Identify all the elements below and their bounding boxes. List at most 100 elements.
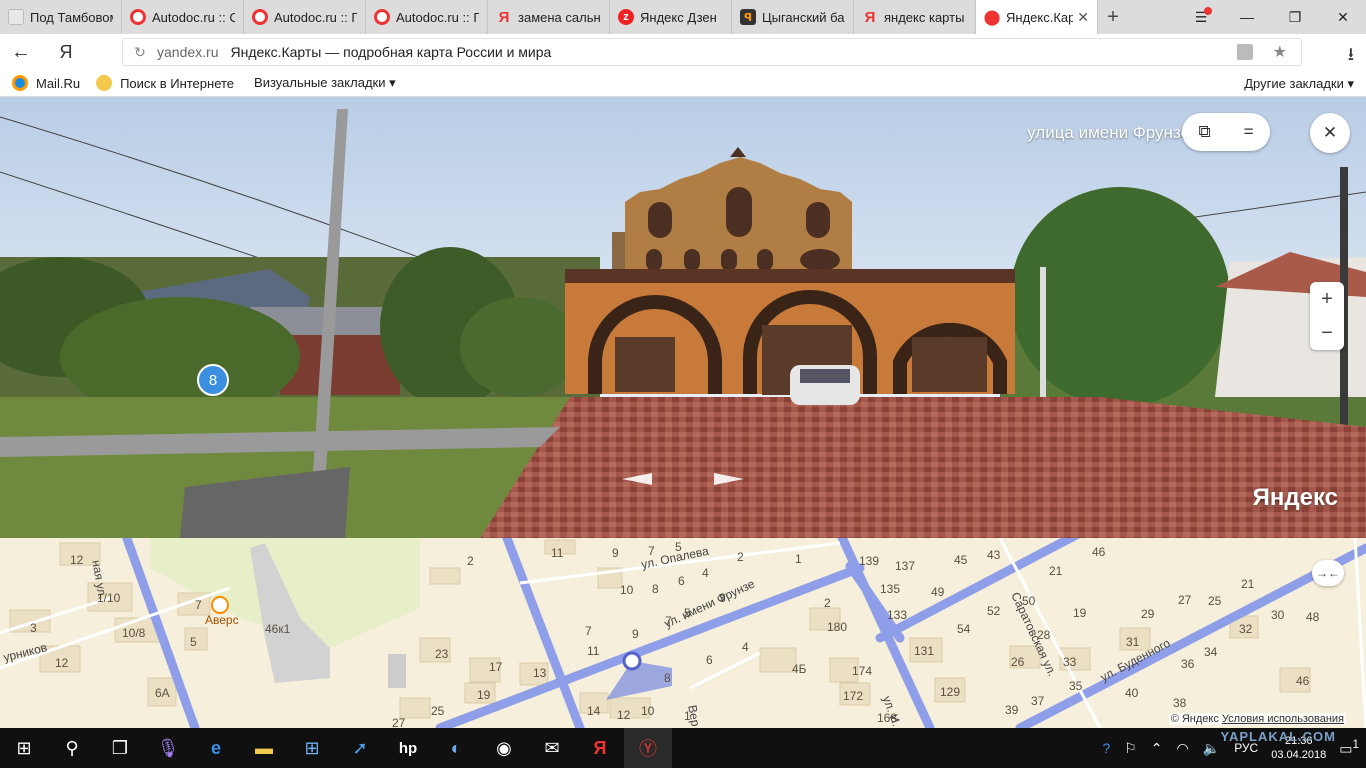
house-number-label: 4 (702, 566, 709, 580)
camera-icon[interactable]: ◉ (480, 728, 528, 768)
house-number-label: 10 (641, 704, 655, 718)
download-icon[interactable]: ⭳ (1348, 42, 1354, 72)
task-view-icon[interactable]: ❐ (96, 728, 144, 768)
store-icon[interactable]: ⊞ (288, 728, 336, 768)
minimize-button[interactable]: — (1224, 0, 1270, 34)
house-number-label: 135 (880, 582, 901, 596)
external-link-icon[interactable]: ⧉ (1198, 122, 1210, 142)
tab-strip: Под Тамбовом Autodoc.ru :: С Autodoc.ru … (0, 0, 1366, 34)
tab-menu-icon[interactable]: ☰ (1178, 0, 1224, 34)
house-number-label: 4 (742, 640, 749, 654)
autodoc-icon (252, 9, 268, 25)
share-button[interactable]: ⧉ = (1182, 113, 1270, 151)
maximize-button[interactable]: ❐ (1272, 0, 1318, 34)
close-window-button[interactable]: ✕ (1320, 0, 1366, 34)
house-number-label: 6А (155, 686, 170, 700)
autodoc-icon (374, 9, 390, 25)
tab-4[interactable]: Язамена сальн (488, 0, 610, 34)
yandex-browser-icon[interactable]: Ⓨ (624, 728, 672, 768)
tab-1[interactable]: Autodoc.ru :: С (122, 0, 244, 34)
house-number-label: 2 (467, 554, 474, 568)
terms-link[interactable]: Условия использования (1222, 713, 1344, 725)
search-key-icon (96, 75, 113, 91)
edge-icon[interactable]: e (192, 728, 240, 768)
house-number-label: 23 (435, 647, 449, 661)
bookmark-visual[interactable]: Визуальные закладки ▾ (254, 75, 396, 91)
house-number-label: 12 (55, 656, 69, 670)
new-tab-button[interactable]: + (1098, 0, 1128, 34)
house-number-label: 180 (827, 620, 848, 634)
volume-icon[interactable]: 🔈 (1203, 740, 1220, 757)
help-icon[interactable]: ? (1102, 740, 1110, 756)
house-number-label: 11 (587, 644, 600, 658)
house-number-label: 32 (1239, 622, 1253, 636)
zoom-in-button[interactable]: + (1310, 282, 1344, 316)
house-number-label: 52 (987, 604, 1001, 618)
chevron-up-icon[interactable]: ⌃ (1151, 740, 1163, 757)
expand-collapse-button[interactable]: →← (1312, 560, 1344, 586)
tab-label: Яндекс.Кар (1006, 9, 1074, 25)
wifi-icon[interactable]: ◠ (1177, 740, 1189, 757)
house-number-label: 174 (852, 664, 873, 678)
house-number-label: 25 (431, 704, 445, 718)
rocket-icon[interactable]: ➚ (336, 728, 384, 768)
tab-6[interactable]: ꟼ Цыганский ба (732, 0, 854, 34)
file-explorer-icon[interactable]: ▬ (240, 728, 288, 768)
protect-icon[interactable] (1237, 44, 1253, 60)
close-panorama-button[interactable]: ✕ (1310, 113, 1350, 153)
mailru-icon (12, 75, 28, 91)
tab-2[interactable]: Autodoc.ru :: П (244, 0, 366, 34)
house-number-label: 21 (1049, 564, 1063, 578)
reload-icon[interactable]: ↻ (123, 44, 157, 61)
map-view[interactable]: 12 1/10 3 10/8 12 5 6А 7 46к1 2 11 9 7 5 2 1 4 6 10 8 3 5 7 9 7 1… (0, 538, 1366, 728)
browser-window: Под Тамбовом Autodoc.ru :: С Autodoc.ru … (0, 0, 1366, 768)
audio-icon[interactable]: ◐ (432, 728, 480, 768)
tab-7[interactable]: Яяндекс карты (854, 0, 976, 34)
people-icon[interactable]: ⚐ (1124, 740, 1137, 757)
close-tab-icon[interactable]: ✕ (1077, 9, 1089, 26)
bookmark-star-icon[interactable]: ★ (1273, 42, 1287, 62)
house-number-label: 48 (1306, 610, 1320, 624)
tab-label: Под Тамбовом (30, 9, 113, 25)
yandex-icon: Я (864, 8, 876, 26)
house-number-label: 25 (1208, 594, 1222, 608)
house-number-label: 49 (931, 585, 945, 599)
windows-taskbar: ⊞ ⚲ ❐ 🎙 e ▬ ⊞ ➚ hp ◐ ◉ ✉ Я Ⓨ ? ⚐ ⌃ ◠ 🔈 Р… (0, 728, 1366, 768)
bookmark-mailru[interactable]: Mail.Ru (12, 75, 80, 91)
house-number-label: 139 (859, 554, 880, 568)
mail-icon[interactable]: ✉ (528, 728, 576, 768)
cortana-mic-icon[interactable]: 🎙 (144, 728, 192, 768)
hp-icon[interactable]: hp (384, 728, 432, 768)
notification-center-icon[interactable]: ▭1 (1339, 738, 1359, 758)
tab-3[interactable]: Autodoc.ru :: П (366, 0, 488, 34)
house-number-label: 7 (585, 624, 592, 638)
street-view-panorama[interactable]: улица имени Фрунзе ⧉ = ✕ + − 8 Яндекс (0, 97, 1366, 538)
back-button[interactable]: ← (0, 34, 42, 70)
house-number-label: 4Б (792, 662, 807, 676)
house-number-label: 33 (1063, 655, 1077, 669)
map-canvas (0, 538, 1366, 728)
house-number-label: 39 (1005, 703, 1019, 717)
house-number-label: 6 (678, 574, 685, 588)
url-page-title: Яндекс.Карты — подробная карта России и … (230, 44, 552, 60)
search-icon[interactable]: ⚲ (48, 728, 96, 768)
other-bookmarks[interactable]: Другие закладки ▾ (1244, 76, 1354, 92)
house-number-label: 2 (737, 550, 744, 564)
address-row: ← Я ↻ yandex.ru Яндекс.Карты — подробная… (0, 34, 1366, 70)
address-bar[interactable]: ↻ yandex.ru Яндекс.Карты — подробная кар… (122, 38, 1302, 66)
yandex-home-button[interactable]: Я (42, 34, 90, 70)
tab-label: Autodoc.ru :: П (396, 9, 479, 25)
menu-icon[interactable]: = (1244, 122, 1254, 142)
shop-label[interactable]: Аверс (205, 613, 239, 627)
panorama-zoom-control: + − (1310, 282, 1344, 350)
house-number-badge[interactable]: 8 (197, 364, 229, 396)
tab-0[interactable]: Под Тамбовом (0, 0, 122, 34)
yandex-app-icon[interactable]: Я (576, 728, 624, 768)
bookmark-search[interactable]: Поиск в Интернете (96, 75, 234, 91)
tab-8[interactable]: ⬤ Яндекс.Кар ✕ (976, 0, 1098, 34)
tab-label: яндекс карты (884, 9, 965, 25)
tab-5[interactable]: z Яндекс Дзен (610, 0, 732, 34)
windows-start-icon[interactable]: ⊞ (0, 728, 48, 768)
zoom-out-button[interactable]: − (1310, 316, 1344, 350)
house-number-label: 137 (895, 559, 916, 573)
